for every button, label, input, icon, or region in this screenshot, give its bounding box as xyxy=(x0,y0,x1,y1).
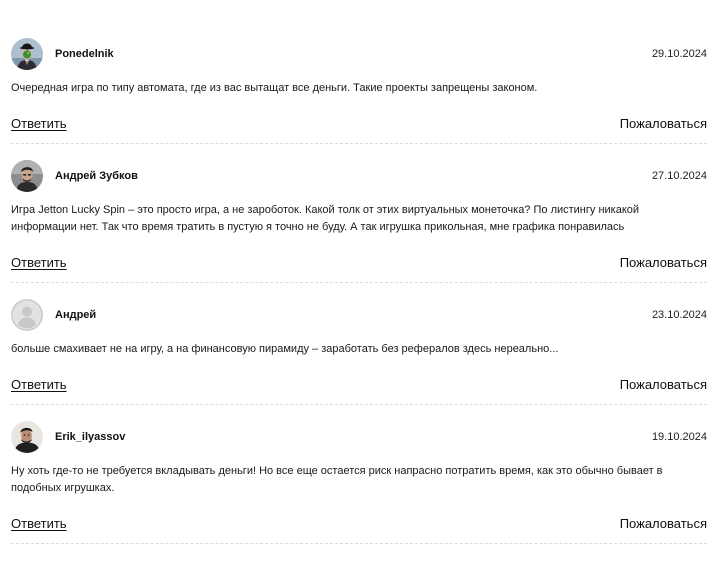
bowler-hat-man-avatar-icon[interactable] xyxy=(11,38,43,70)
comment-header: Андрей Зубков 27.10.2024 xyxy=(11,160,707,192)
reply-button[interactable]: Ответить xyxy=(11,516,67,531)
comment-date: 29.10.2024 xyxy=(651,48,707,60)
comment-item: Erik_ilyassov 19.10.2024 Ну хоть где-то … xyxy=(11,421,707,544)
comment-actions: Ответить Пожаловаться xyxy=(11,116,707,131)
comment-header: Ponedelnik 29.10.2024 xyxy=(11,38,707,70)
comment-actions: Ответить Пожаловаться xyxy=(11,516,707,531)
comment-author: Ponedelnik xyxy=(55,48,114,60)
comment-author: Андрей Зубков xyxy=(55,170,138,182)
comment-author: Erik_ilyassov xyxy=(55,431,126,443)
comment-text: Ну хоть где-то не требуется вкладывать д… xyxy=(11,465,663,494)
user-photo-avatar-icon[interactable] xyxy=(11,421,43,453)
reply-button[interactable]: Ответить xyxy=(11,255,67,270)
report-button[interactable]: Пожаловаться xyxy=(620,377,707,392)
comment-text: Очередная игра по типу автомата, где из … xyxy=(11,82,538,94)
report-button[interactable]: Пожаловаться xyxy=(620,516,707,531)
comment-author: Андрей xyxy=(55,309,97,321)
comment-header: Андрей 23.10.2024 xyxy=(11,299,707,331)
comment-text: Игра Jetton Lucky Spin – это просто игра… xyxy=(11,204,640,233)
reply-button[interactable]: Ответить xyxy=(11,116,67,131)
reply-button[interactable]: Ответить xyxy=(11,377,67,392)
comment-actions: Ответить Пожаловаться xyxy=(11,255,707,270)
comment-header: Erik_ilyassov 19.10.2024 xyxy=(11,421,707,453)
comment-date: 27.10.2024 xyxy=(651,170,707,182)
user-photo-avatar-icon[interactable] xyxy=(11,160,43,192)
comment-date: 19.10.2024 xyxy=(651,431,707,443)
comment-item: Ponedelnik 29.10.2024 Очередная игра по … xyxy=(11,38,707,144)
comment-date: 23.10.2024 xyxy=(651,309,707,321)
comment-item: Андрей 23.10.2024 больше смахивает не на… xyxy=(11,299,707,405)
comment-item: Андрей Зубков 27.10.2024 Игра Jetton Luc… xyxy=(11,160,707,283)
default-user-avatar-icon[interactable] xyxy=(11,299,43,331)
report-button[interactable]: Пожаловаться xyxy=(620,116,707,131)
comments-list: Ponedelnik 29.10.2024 Очередная игра по … xyxy=(11,0,707,544)
report-button[interactable]: Пожаловаться xyxy=(620,255,707,270)
comment-actions: Ответить Пожаловаться xyxy=(11,377,707,392)
comment-text: больше смахивает не на игру, а на финанс… xyxy=(11,343,559,355)
